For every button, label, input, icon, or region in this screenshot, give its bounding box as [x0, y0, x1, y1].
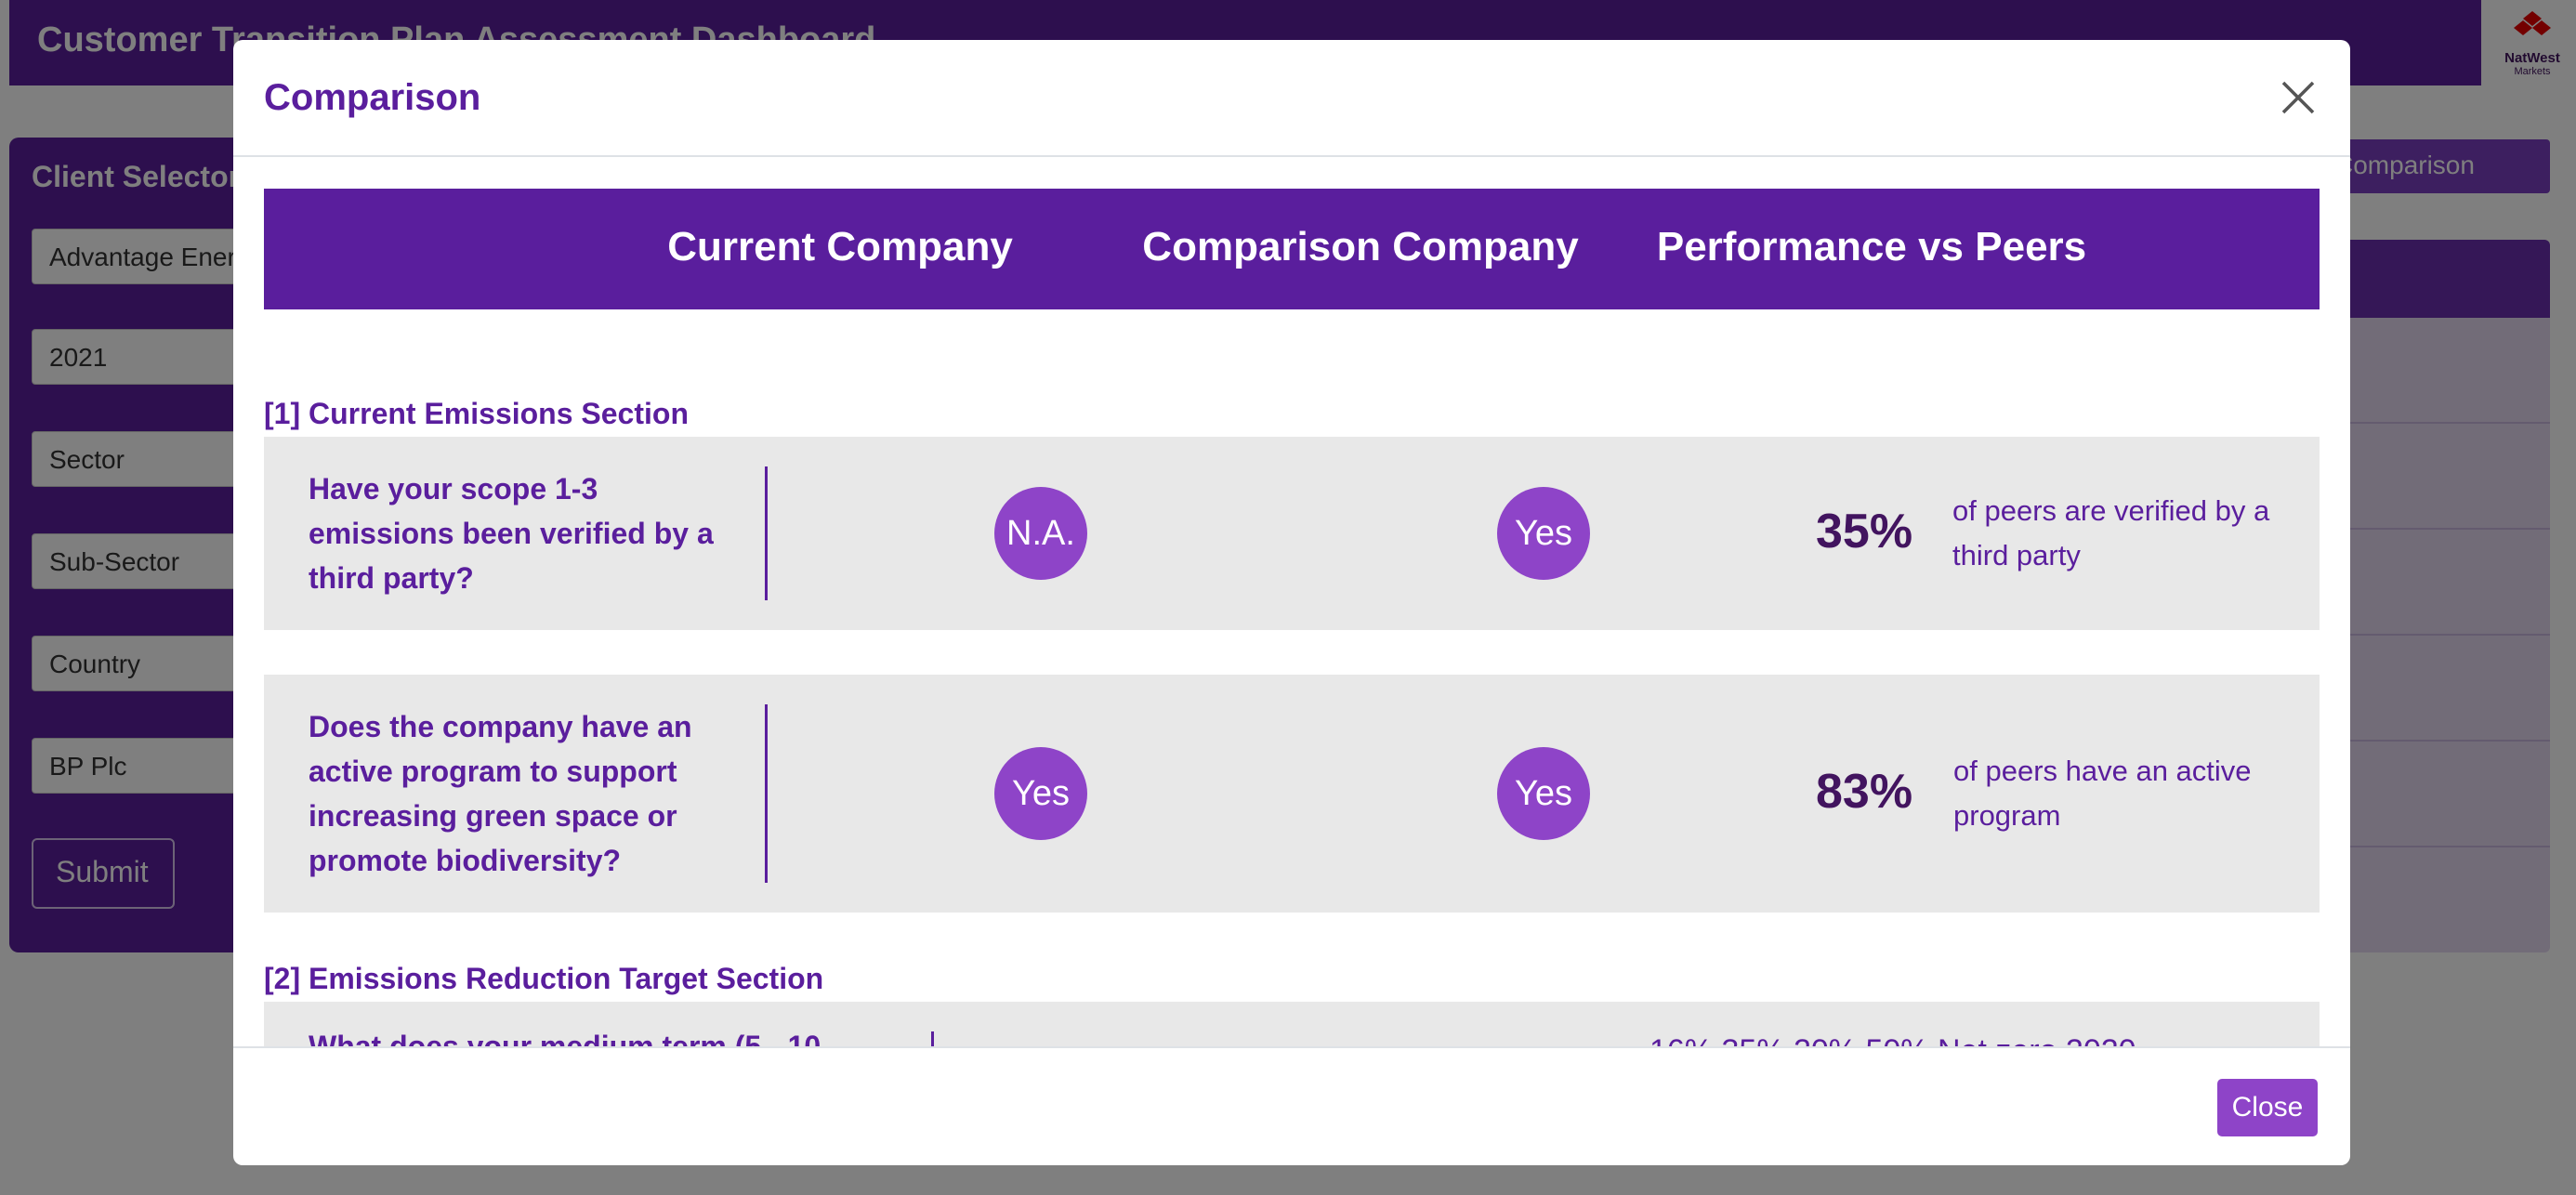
comparison-company-answer: Yes — [1497, 487, 1590, 580]
modal-title: Comparison — [264, 77, 481, 118]
section-title: [1] Current Emissions Section — [264, 397, 689, 430]
question-card: Does the company have an active program … — [264, 675, 2320, 913]
column-performance-vs-peers: Performance vs Peers — [1656, 224, 2087, 269]
question-card: What does your medium term (5 - 10 16% 3… — [264, 1002, 2320, 1046]
target-options: 16% 35% 20% 50% Net zero 2020 — [1649, 1033, 2136, 1046]
question-card: Have your scope 1-3 emissions been verif… — [264, 437, 2320, 630]
current-company-answer: Yes — [994, 747, 1087, 840]
comparison-modal: Comparison Current Company Comparison Co… — [233, 40, 2350, 1165]
close-icon[interactable] — [2278, 77, 2319, 118]
peer-description: of peers have an active program — [1953, 755, 2252, 832]
comparison-column-header: Current Company Comparison Company Perfo… — [264, 189, 2320, 309]
question-text: Have your scope 1-3 emissions been verif… — [309, 472, 714, 595]
peer-percentage: 83% — [1816, 765, 1913, 819]
modal-header: Comparison — [233, 40, 2350, 157]
close-button[interactable]: Close — [2217, 1079, 2318, 1136]
modal-body: Current Company Comparison Company Perfo… — [233, 159, 2350, 1046]
peer-percentage: 35% — [1816, 505, 1913, 558]
question-text: What does your medium term (5 - 10 — [309, 1030, 821, 1046]
column-comparison-company: Comparison Company — [1142, 224, 1579, 269]
question-divider — [765, 466, 768, 600]
question-divider — [931, 1031, 934, 1046]
section-title: [2] Emissions Reduction Target Section — [264, 962, 824, 995]
current-company-answer: N.A. — [994, 487, 1087, 580]
modal-footer: Close — [233, 1046, 2350, 1165]
question-divider — [765, 704, 768, 883]
peer-description: of peers are verified by a third party — [1952, 494, 2270, 571]
column-current-company: Current Company — [667, 224, 1013, 269]
question-text: Does the company have an active program … — [309, 710, 692, 877]
comparison-company-answer: Yes — [1497, 747, 1590, 840]
